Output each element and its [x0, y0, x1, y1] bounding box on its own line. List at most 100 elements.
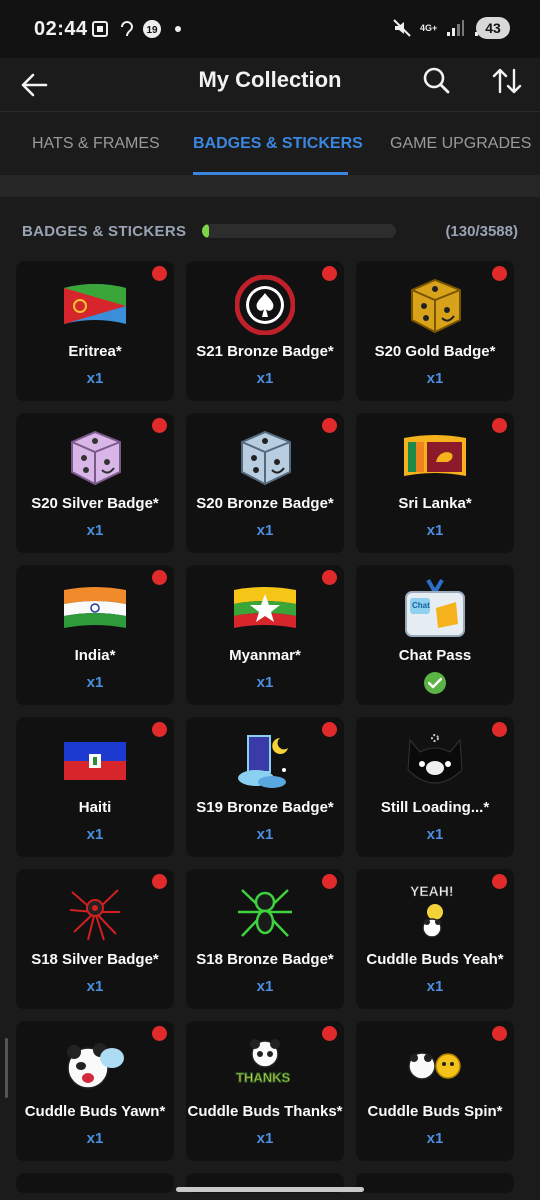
status-time: 02:44: [34, 18, 88, 40]
tab-badges-stickers[interactable]: BADGES & STICKERS: [193, 113, 363, 175]
collection-item-card[interactable]: THANKS Cuddle Buds Thanks* x1: [186, 1021, 344, 1161]
panda-yawn-icon: [60, 1034, 130, 1096]
item-quantity: x1: [256, 370, 274, 387]
new-indicator-dot: [492, 1026, 507, 1041]
new-indicator-dot: [152, 418, 167, 433]
collection-item-card[interactable]: S20 Silver Badge* x1: [16, 413, 174, 553]
item-quantity: x1: [426, 826, 444, 843]
new-indicator-dot: [152, 570, 167, 585]
item-name: Cuddle Buds Spin*: [367, 1103, 503, 1120]
item-quantity: x1: [426, 1130, 444, 1147]
item-name: Cuddle Buds Yeah*: [366, 951, 504, 968]
item-name: Still Loading...*: [380, 799, 490, 816]
item-quantity: x1: [426, 978, 444, 995]
svg-text:19: 19: [146, 25, 158, 36]
item-name: Myanmar*: [229, 647, 301, 664]
dot-icon: [175, 26, 181, 32]
moon-door-icon: [230, 730, 300, 792]
hearing-icon: [121, 21, 134, 37]
new-indicator-dot: [492, 266, 507, 281]
item-quantity: x1: [426, 522, 444, 539]
page-title: My Collection: [198, 67, 342, 92]
collection-item-card[interactable]: [16, 1173, 174, 1193]
panda-thanks-icon: THANKS: [230, 1034, 300, 1096]
silver-dice-icon: [60, 426, 130, 488]
item-quantity: x1: [86, 978, 104, 995]
item-name: S18 Silver Badge*: [31, 951, 159, 968]
home-indicator[interactable]: [176, 1187, 364, 1192]
category-tabs: HATS & FRAMES BADGES & STICKERS GAME UPG…: [0, 113, 540, 175]
collection-item-card[interactable]: S20 Bronze Badge* x1: [186, 413, 344, 553]
collection-progress-fill: [202, 224, 209, 238]
new-indicator-dot: [322, 722, 337, 737]
item-name: Chat Pass: [398, 647, 472, 664]
section-title: BADGES & STICKERS: [22, 223, 187, 240]
item-quantity: x1: [256, 978, 274, 995]
new-indicator-dot: [152, 874, 167, 889]
new-indicator-dot: [492, 722, 507, 737]
item-quantity: x1: [256, 522, 274, 539]
item-quantity: x1: [256, 826, 274, 843]
collection-item-card[interactable]: S18 Silver Badge* x1: [16, 869, 174, 1009]
collection-item-card[interactable]: S19 Bronze Badge* x1: [186, 717, 344, 857]
new-indicator-dot: [322, 570, 337, 585]
item-name: Sri Lanka*: [398, 495, 472, 512]
collection-count: (130/3588): [445, 223, 518, 240]
gold-dice-icon: [400, 274, 470, 336]
eritrea-flag-icon: [60, 274, 130, 336]
sort-button[interactable]: [490, 64, 524, 98]
collection-item-card[interactable]: Still Loading...* x1: [356, 717, 514, 857]
item-name: Haiti: [78, 799, 112, 816]
collection-item-card[interactable]: Eritrea* x1: [16, 261, 174, 401]
panda-spin-icon: [400, 1034, 470, 1096]
collection-item-card[interactable]: Chat Chat Pass: [356, 565, 514, 705]
chat-pass-icon: Chat: [400, 578, 470, 640]
cuddle-buds-yeah-icon: YEAH!: [400, 882, 470, 944]
item-quantity: x1: [86, 826, 104, 843]
item-quantity: x1: [256, 674, 274, 691]
collection-item-card[interactable]: Cuddle Buds Yawn* x1: [16, 1021, 174, 1161]
divider: [0, 175, 540, 197]
tab-hats-frames[interactable]: HATS & FRAMES: [32, 113, 160, 175]
svg-text:Chat: Chat: [412, 601, 430, 610]
collection-item-card[interactable]: Cuddle Buds Spin* x1: [356, 1021, 514, 1161]
haiti-flag-icon: [60, 730, 130, 792]
collection-item-card[interactable]: Myanmar* x1: [186, 565, 344, 705]
collection-item-card[interactable]: S20 Gold Badge* x1: [356, 261, 514, 401]
tab-game-upgrades[interactable]: GAME UPGRADES: [390, 113, 531, 175]
new-indicator-dot: [152, 722, 167, 737]
item-quantity: x1: [86, 674, 104, 691]
new-indicator-dot: [322, 874, 337, 889]
loading-cat-icon: [400, 730, 470, 792]
collection-item-card[interactable]: Haiti x1: [16, 717, 174, 857]
notification-icons: 19: [90, 19, 188, 39]
svg-text:YEAH!: YEAH!: [410, 883, 454, 899]
collection-item-card[interactable]: [356, 1173, 514, 1193]
bronze-dice-icon: [230, 426, 300, 488]
collection-item-card[interactable]: S18 Bronze Badge* x1: [186, 869, 344, 1009]
sri-lanka-flag-icon: [400, 426, 470, 488]
india-flag-icon: [60, 578, 130, 640]
collection-item-card[interactable]: YEAH! Cuddle Buds Yeah* x1: [356, 869, 514, 1009]
item-quantity: x1: [86, 1130, 104, 1147]
red-spider-icon: [60, 882, 130, 944]
network-type: 4G+: [420, 23, 438, 33]
new-indicator-dot: [322, 1026, 337, 1041]
scrollbar[interactable]: [5, 1038, 8, 1098]
new-indicator-dot: [322, 418, 337, 433]
sort-icon: [492, 68, 522, 94]
collection-item-card[interactable]: India* x1: [16, 565, 174, 705]
search-button[interactable]: [420, 64, 454, 98]
new-indicator-dot: [492, 874, 507, 889]
collection-progress-bar: [202, 224, 396, 238]
item-name: S20 Silver Badge*: [31, 495, 159, 512]
item-name: S19 Bronze Badge*: [196, 799, 334, 816]
item-name: Eritrea*: [68, 343, 122, 360]
item-name: Cuddle Buds Thanks*: [187, 1103, 343, 1120]
collection-item-card[interactable]: Sri Lanka* x1: [356, 413, 514, 553]
collection-item-card[interactable]: S21 Bronze Badge* x1: [186, 261, 344, 401]
casino-chip-icon: [230, 274, 300, 336]
new-indicator-dot: [152, 1026, 167, 1041]
battery-indicator: 43: [476, 17, 510, 39]
screenshot-icon: [92, 21, 108, 37]
